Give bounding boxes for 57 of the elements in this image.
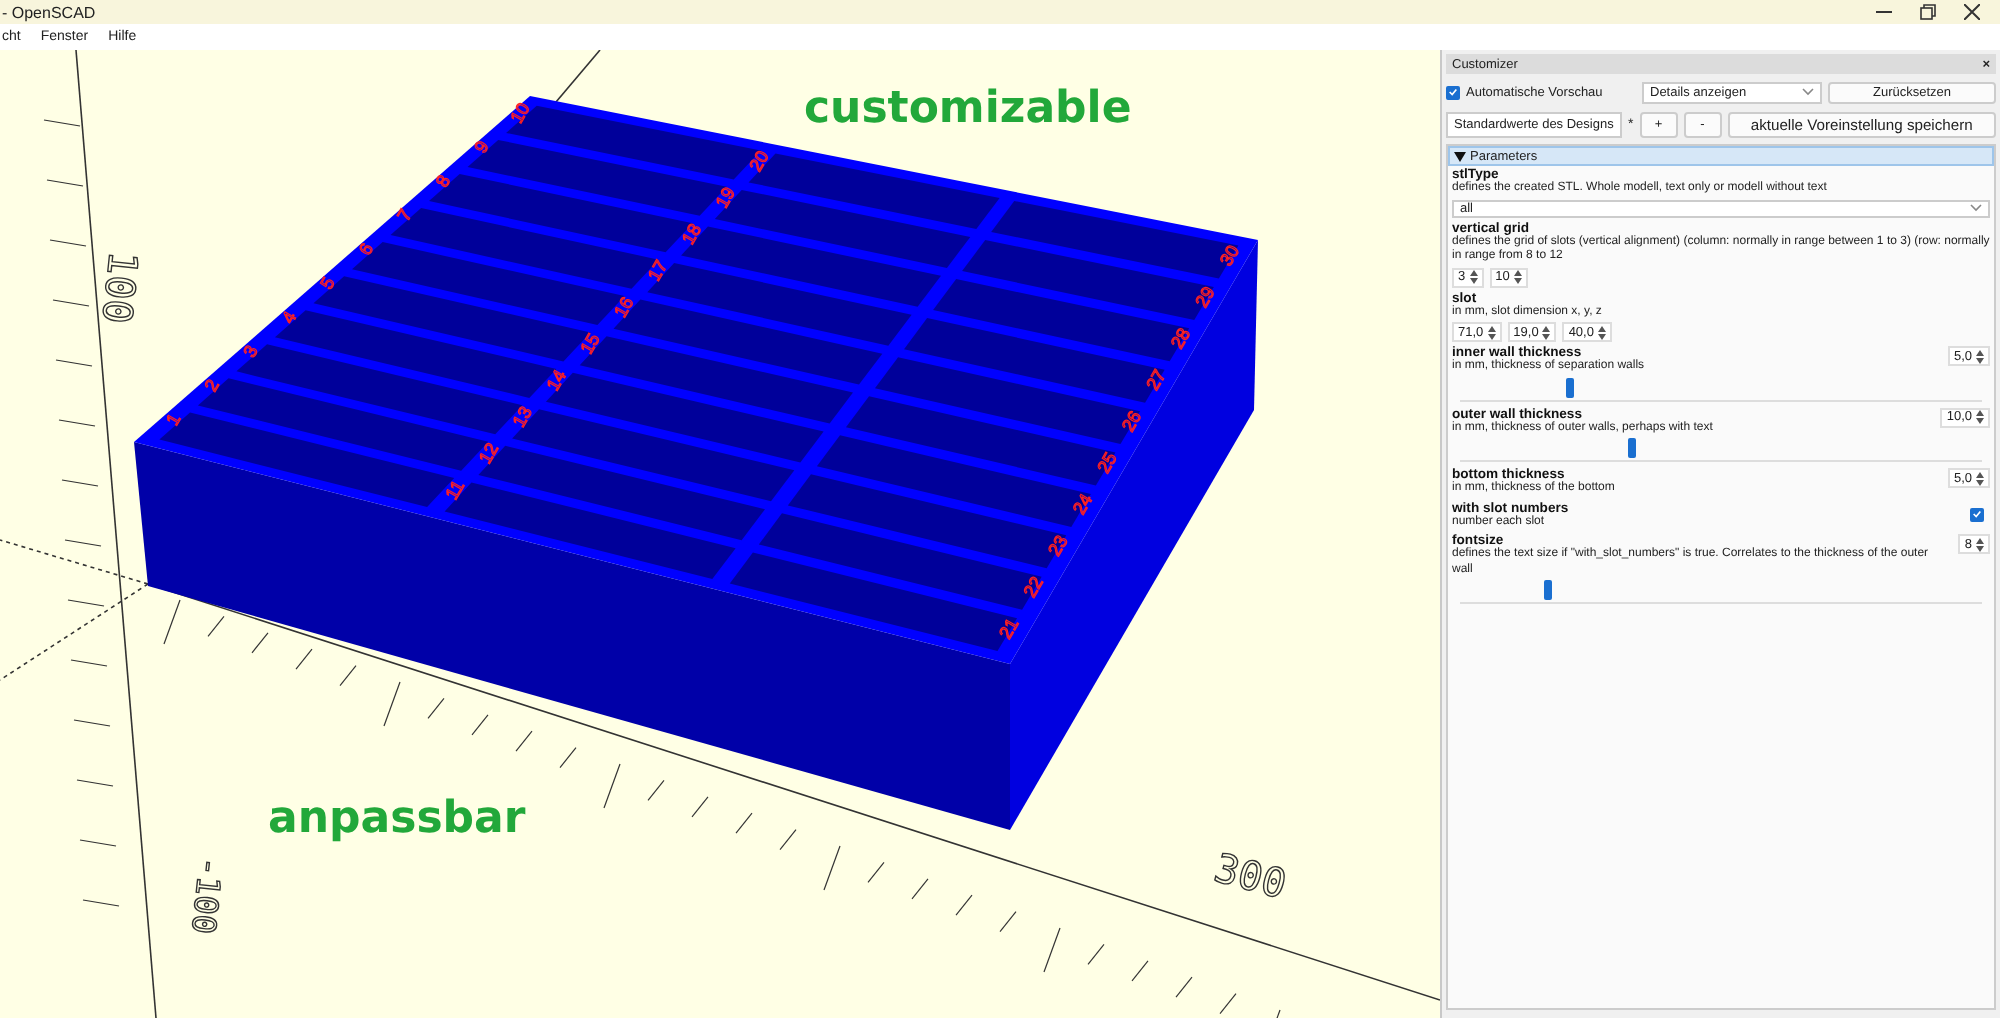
checkbox[interactable] xyxy=(1446,85,1460,99)
slot-number: 22 xyxy=(1019,573,1048,601)
spin-arrows-icon[interactable] xyxy=(1513,270,1522,284)
slider-thumb[interactable] xyxy=(1628,438,1637,458)
spin-arrows-icon[interactable] xyxy=(1976,471,1984,485)
3d-viewport[interactable]: 100 300 -100 1 2 3 4 5 6 7 8 9 10 11 12 13 14 15 16 17 18 19 20 21 22 23 24 25 26 27 28 29 30 customizable anpassbar xyxy=(0,50,1440,1018)
slot-number: 8 xyxy=(431,171,455,191)
slider-track[interactable] xyxy=(1460,377,1982,401)
slot-number: 18 xyxy=(677,220,706,248)
caption-text: anpassbar xyxy=(268,794,526,844)
slot-number: 27 xyxy=(1142,366,1170,394)
slot-number: 13 xyxy=(508,403,537,431)
slot-number: 10 xyxy=(506,99,534,127)
restore-icon[interactable] xyxy=(1920,4,1936,20)
spin-arrows-icon[interactable] xyxy=(1976,410,1984,424)
axis-label: 100 xyxy=(92,248,148,326)
slot-number: 12 xyxy=(474,439,503,467)
slot-number: 20 xyxy=(745,147,773,175)
slot-number: 21 xyxy=(995,614,1023,643)
slot-number: 16 xyxy=(610,293,638,321)
slot-number: 19 xyxy=(711,183,739,212)
slot-number: 28 xyxy=(1166,324,1195,353)
spin-arrows-icon[interactable] xyxy=(1469,270,1478,284)
slot-number: 11 xyxy=(441,476,469,503)
slider-track[interactable] xyxy=(1460,580,1982,604)
slot-number: 24 xyxy=(1068,490,1097,518)
slot-number: 17 xyxy=(644,256,672,285)
expand-triangle-icon[interactable] xyxy=(1454,151,1466,161)
axis-label: -100 xyxy=(184,855,230,936)
spin-arrows-icon[interactable] xyxy=(1976,349,1984,363)
slot-number: 5 xyxy=(316,273,339,293)
axis-label: 300 xyxy=(1209,843,1292,909)
slider-thumb[interactable] xyxy=(1565,377,1574,397)
close-icon[interactable] xyxy=(1964,4,1980,20)
slot-number: 2 xyxy=(200,376,224,395)
spin-arrows-icon[interactable] xyxy=(1542,325,1551,339)
slot-number: 14 xyxy=(542,366,570,394)
slot-number: 30 xyxy=(1215,241,1244,270)
slot-number: 4 xyxy=(277,307,301,327)
spin-arrows-icon[interactable] xyxy=(1597,325,1606,339)
slot-number: 9 xyxy=(470,137,493,157)
slot-number: 23 xyxy=(1044,531,1072,560)
spin-arrows-icon[interactable] xyxy=(1976,537,1984,551)
slot-number: 25 xyxy=(1093,449,1121,477)
slot-number: 1 xyxy=(162,410,185,429)
caption-text: customizable xyxy=(804,84,1132,134)
slot-number: 3 xyxy=(239,342,262,361)
window-title: - OpenSCAD xyxy=(0,3,96,21)
checkbox[interactable] xyxy=(1970,507,1984,521)
slot-number: 15 xyxy=(576,330,604,358)
slider-thumb[interactable] xyxy=(1544,580,1553,600)
spin-arrows-icon[interactable] xyxy=(1487,325,1496,339)
slot-number: 6 xyxy=(354,239,378,259)
slot-number: 29 xyxy=(1191,283,1219,311)
slot-number: 7 xyxy=(393,205,416,225)
slot-number: 26 xyxy=(1117,407,1146,435)
slider-track[interactable] xyxy=(1460,438,1982,462)
